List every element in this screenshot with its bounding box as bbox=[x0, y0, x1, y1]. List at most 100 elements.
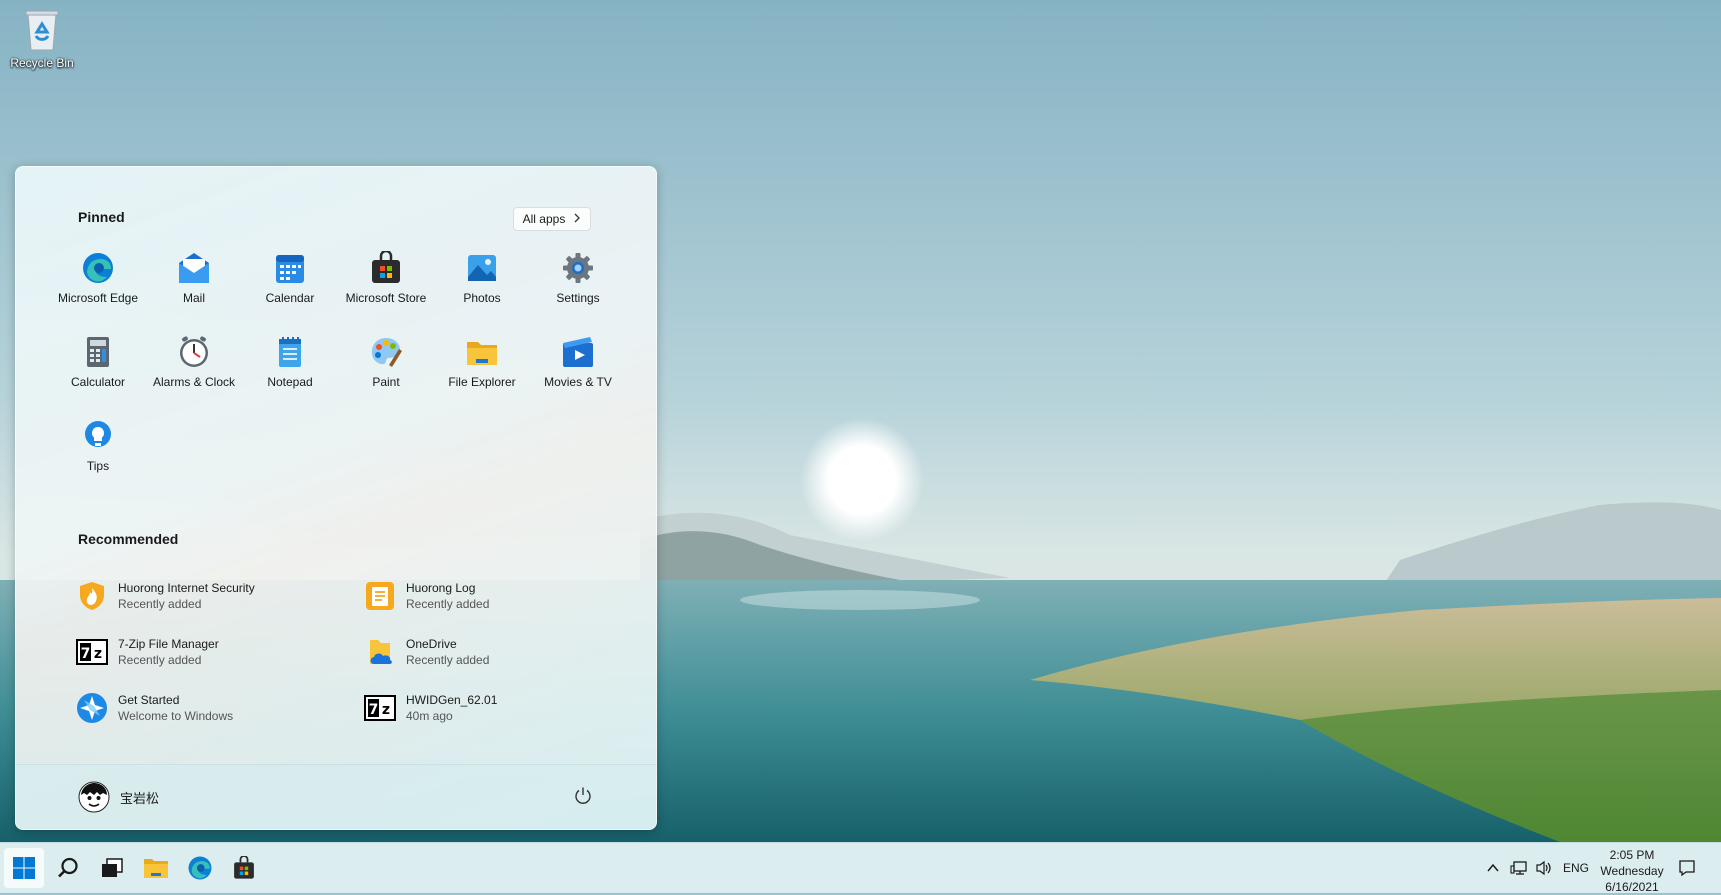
svg-text:z: z bbox=[382, 702, 390, 718]
pinned-app-calendar[interactable]: Calendar bbox=[242, 251, 338, 335]
recommended-item-7zip[interactable]: 7z 7-Zip File Manager Recently added bbox=[76, 629, 364, 675]
network-button[interactable] bbox=[1510, 843, 1528, 893]
recommended-item-subtitle: Recently added bbox=[406, 653, 490, 667]
pinned-app-store[interactable]: Microsoft Store bbox=[338, 249, 434, 335]
chevron-right-icon bbox=[573, 212, 581, 226]
pinned-app-label: Microsoft Edge bbox=[57, 291, 139, 305]
recommended-list: Huorong Internet Security Recently added… bbox=[76, 573, 656, 741]
power-icon bbox=[575, 787, 591, 804]
taskbar: ENG 2:05 PM Wednesday 6/16/2021 bbox=[0, 842, 1721, 895]
recommended-item-hwidgen[interactable]: 7z HWIDGen_62.01 40m ago bbox=[364, 685, 652, 731]
search-button[interactable] bbox=[48, 848, 88, 888]
pinned-app-label: Mail bbox=[182, 291, 205, 305]
desktop-icon-recycle-bin[interactable]: Recycle Bin bbox=[4, 6, 80, 70]
network-icon bbox=[1510, 861, 1527, 875]
user-name: 宝岩松 bbox=[120, 790, 160, 806]
recommended-item-huorong-security[interactable]: Huorong Internet Security Recently added bbox=[76, 573, 364, 619]
alarm-clock-icon bbox=[177, 335, 211, 369]
svg-text:z: z bbox=[94, 646, 102, 662]
taskbar-file-explorer[interactable] bbox=[136, 848, 176, 888]
pinned-app-mail[interactable]: Mail bbox=[146, 251, 242, 335]
onedrive-icon bbox=[364, 636, 396, 668]
pinned-app-tips[interactable]: Tips bbox=[50, 419, 146, 503]
settings-icon bbox=[561, 251, 595, 285]
recommended-item-title: Huorong Internet Security bbox=[118, 581, 255, 595]
pinned-app-label: Calculator bbox=[70, 375, 126, 389]
mail-icon bbox=[177, 251, 211, 285]
clock-day: Wednesday bbox=[1600, 864, 1664, 878]
photos-icon bbox=[465, 251, 499, 285]
recommended-item-title: 7-Zip File Manager bbox=[118, 637, 219, 651]
pinned-app-label: Movies & TV bbox=[544, 375, 612, 389]
clock-button[interactable]: 2:05 PM Wednesday 6/16/2021 bbox=[1592, 847, 1672, 895]
store-icon bbox=[234, 856, 254, 879]
calendar-icon bbox=[273, 251, 307, 285]
windows-logo-icon bbox=[13, 857, 35, 879]
get-started-icon bbox=[76, 692, 108, 724]
pinned-app-label: Tips bbox=[86, 459, 110, 473]
folder-icon bbox=[144, 859, 168, 878]
pinned-app-photos[interactable]: Photos bbox=[434, 251, 530, 335]
clock-time: 2:05 PM bbox=[1609, 848, 1655, 862]
store-icon bbox=[369, 249, 403, 285]
taskbar-edge[interactable] bbox=[180, 848, 220, 888]
recommended-item-title: OneDrive bbox=[406, 637, 457, 651]
all-apps-button[interactable]: All apps bbox=[513, 207, 591, 231]
start-menu: Pinned All apps Microsoft Edge Mail Cale… bbox=[15, 166, 657, 830]
avatar bbox=[78, 781, 110, 813]
recommended-item-title: HWIDGen_62.01 bbox=[406, 693, 498, 707]
svg-text:7: 7 bbox=[81, 646, 91, 662]
clock-date: 6/16/2021 bbox=[1605, 880, 1659, 894]
recommended-item-subtitle: 40m ago bbox=[406, 709, 453, 723]
pinned-app-movies-tv[interactable]: Movies & TV bbox=[530, 335, 626, 419]
paint-icon bbox=[369, 335, 403, 369]
taskbar-store[interactable] bbox=[224, 848, 264, 888]
pinned-app-notepad[interactable]: Notepad bbox=[242, 335, 338, 419]
input-language-button[interactable]: ENG bbox=[1563, 843, 1589, 893]
edge-icon bbox=[188, 856, 212, 880]
pinned-title: Pinned bbox=[78, 209, 125, 225]
recommended-item-get-started[interactable]: Get Started Welcome to Windows bbox=[76, 685, 364, 731]
edge-icon bbox=[81, 251, 115, 285]
all-apps-label: All apps bbox=[522, 212, 566, 226]
pinned-app-settings[interactable]: Settings bbox=[530, 251, 626, 335]
recommended-item-onedrive[interactable]: OneDrive Recently added bbox=[364, 629, 652, 675]
notification-icon bbox=[1679, 860, 1695, 877]
pinned-app-label: File Explorer bbox=[448, 375, 516, 389]
pinned-app-label: Microsoft Store bbox=[345, 291, 427, 305]
user-account-button[interactable]: 宝岩松 bbox=[78, 781, 159, 813]
recommended-item-subtitle: Recently added bbox=[118, 597, 202, 611]
recommended-item-title: Huorong Log bbox=[406, 581, 476, 595]
pinned-app-paint[interactable]: Paint bbox=[338, 335, 434, 419]
7zip-icon: 7z bbox=[364, 692, 396, 724]
volume-button[interactable] bbox=[1535, 843, 1553, 893]
task-view-button[interactable] bbox=[92, 848, 132, 888]
chevron-up-icon bbox=[1487, 863, 1499, 872]
pinned-app-label: Paint bbox=[372, 375, 400, 389]
recommended-item-huorong-log[interactable]: Huorong Log Recently added bbox=[364, 573, 652, 619]
recommended-item-subtitle: Welcome to Windows bbox=[118, 709, 234, 723]
shield-flame-icon bbox=[76, 580, 108, 612]
pinned-app-file-explorer[interactable]: File Explorer bbox=[434, 335, 530, 419]
recycle-bin-label: Recycle Bin bbox=[10, 56, 74, 70]
notification-button[interactable] bbox=[1678, 843, 1696, 893]
recycle-bin-icon bbox=[20, 6, 64, 54]
folder-icon bbox=[465, 335, 499, 369]
movies-icon bbox=[561, 335, 595, 369]
recommended-item-title: Get Started bbox=[118, 693, 180, 707]
pinned-app-alarms[interactable]: Alarms & Clock bbox=[146, 335, 242, 419]
7zip-icon: 7z bbox=[76, 636, 108, 668]
pinned-apps-grid: Microsoft Edge Mail Calendar Microsoft S… bbox=[50, 249, 626, 503]
pinned-app-calculator[interactable]: Calculator bbox=[50, 335, 146, 419]
volume-icon bbox=[1536, 860, 1551, 876]
pinned-app-label: Settings bbox=[556, 291, 600, 305]
tips-icon bbox=[81, 419, 115, 453]
power-button[interactable] bbox=[572, 785, 594, 807]
pinned-app-label: Notepad bbox=[267, 375, 313, 389]
recommended-item-subtitle: Recently added bbox=[118, 653, 202, 667]
pinned-app-edge[interactable]: Microsoft Edge bbox=[50, 251, 146, 335]
pinned-app-label: Photos bbox=[463, 291, 501, 305]
start-button[interactable] bbox=[4, 848, 44, 888]
start-menu-footer: 宝岩松 bbox=[16, 764, 656, 829]
show-hidden-icons-button[interactable] bbox=[1486, 843, 1500, 893]
